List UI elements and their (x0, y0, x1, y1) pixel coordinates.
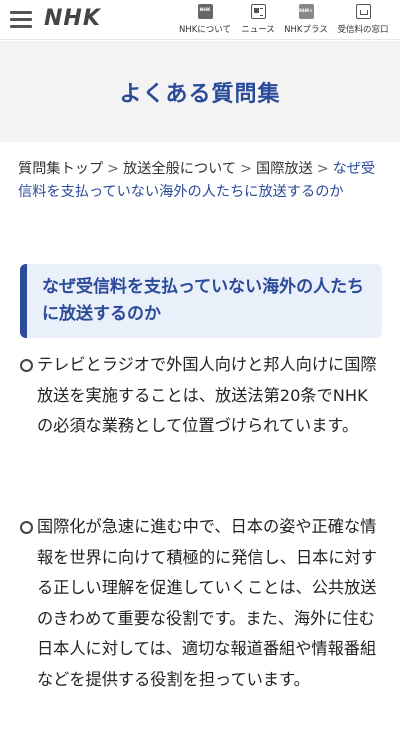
nav-news[interactable]: ニュース (236, 4, 280, 38)
answer-text: 国際化が急速に進む中で、日本の姿や正確な情報を世界に向けて積極的に発信し、日本に… (37, 517, 377, 689)
nav-reception-fee[interactable]: 受信料の窓口 (332, 4, 394, 38)
nhk-logo-icon (197, 4, 213, 19)
page-title-band: よくある質問集 (0, 41, 400, 142)
breadcrumb-international-broadcasting[interactable]: 国際放送 (256, 161, 313, 177)
newspaper-icon (250, 4, 266, 19)
answer-paragraph: テレビとラジオで外国人向けと邦人向けに国際放送を実施することは、放送法第20条で… (20, 350, 382, 442)
circle-bullet-icon (20, 521, 33, 534)
nhk-plus-icon (298, 4, 314, 19)
breadcrumb: 質問集トップ > 放送全般について > 国際放送 > なぜ受信料を支払っていない海外の人たち… (18, 158, 384, 204)
nav-about-nhk-label: NHKについて (178, 25, 232, 35)
nav-nhk-plus-label: NHKプラス (284, 25, 328, 35)
question-heading: なぜ受信料を支払っていない海外の人たちに放送するのか (42, 277, 365, 324)
nav-nhk-plus[interactable]: NHKプラス (284, 4, 328, 38)
nav-news-label: ニュース (241, 25, 275, 35)
breadcrumb-separator: > (316, 161, 329, 177)
nav-reception-fee-label: 受信料の窓口 (337, 25, 389, 35)
nhk-logo[interactable]: NHK (44, 6, 101, 31)
breadcrumb-faq-top[interactable]: 質問集トップ (18, 161, 103, 177)
answer-paragraph: 国際化が急速に進む中で、日本の姿や正確な情報を世界に向けて積極的に発信し、日本に… (20, 512, 382, 695)
site-header: NHK NHKについて ニュース NHKプラス 受信料の窓口 (0, 0, 400, 40)
hamburger-menu-icon[interactable] (8, 8, 34, 30)
breadcrumb-separator: > (107, 161, 120, 177)
window-icon (355, 4, 371, 19)
question-accent-bar (20, 264, 27, 338)
question-heading-box: なぜ受信料を支払っていない海外の人たちに放送するのか (20, 264, 382, 338)
circle-bullet-icon (20, 359, 33, 372)
breadcrumb-broadcasting-general[interactable]: 放送全般について (123, 161, 236, 177)
answer-text: テレビとラジオで外国人向けと邦人向けに国際放送を実施することは、放送法第20条で… (37, 355, 377, 435)
breadcrumb-separator: > (240, 161, 252, 177)
page-title: よくある質問集 (119, 81, 281, 107)
nav-about-nhk[interactable]: NHKについて (178, 4, 232, 38)
